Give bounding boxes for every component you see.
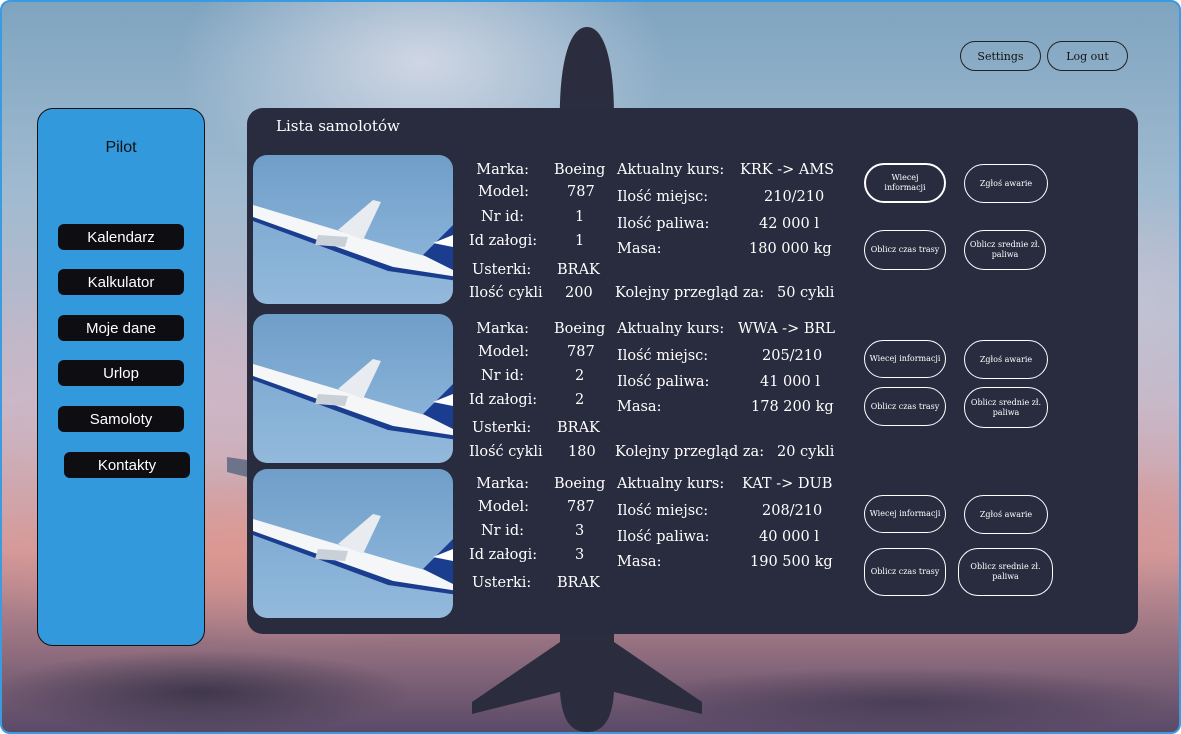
sidebar-item-kontakty[interactable]: Kontakty [64,452,190,478]
more-info-button[interactable]: Wiecej informacji [864,495,946,533]
mass-value: 180 000 kg [749,241,832,257]
sidebar-item-urlop[interactable]: Urlop [58,360,184,386]
more-info-button[interactable]: Wiecej informacji [864,340,946,378]
crew-value: 3 [575,547,585,563]
logout-button[interactable]: Log out [1047,41,1128,71]
route-time-button[interactable]: Oblicz czas trasy [864,230,946,270]
seats-value: 205/210 [762,348,823,364]
more-info-button[interactable]: Wiecej informacji [864,163,946,203]
course-value: WWA -> BRL [738,321,836,337]
seats-label: Ilość miejsc: [617,189,709,205]
sidebar: Pilot Kalendarz Kalkulator Moje dane Url… [37,108,205,646]
course-label: Aktualny kurs: [617,476,725,492]
settings-button[interactable]: Settings [960,41,1041,71]
brand-label: Marka: [476,476,529,492]
cycles-value: 180 [568,444,596,460]
planes-panel: Lista samolotów Marka: Boeing Model: 787… [247,108,1138,634]
seats-value: 208/210 [762,503,823,519]
inspection-value: 20 cykli [777,444,835,460]
sidebar-item-kalendarz[interactable]: Kalendarz [58,224,184,250]
crew-value: 1 [575,233,585,249]
crew-label: Id załogi: [469,547,538,563]
brand-label: Marka: [476,162,529,178]
airplane-photo [253,314,453,463]
report-fault-button[interactable]: Zgłoś awarie [964,495,1048,534]
brand-value: Boeing [554,162,606,178]
seats-value: 210/210 [764,189,825,205]
mass-label: Masa: [617,241,662,257]
sidebar-item-moje-dane[interactable]: Moje dane [58,315,184,341]
id-label: Nr id: [480,523,524,539]
report-fault-button[interactable]: Zgłoś awarie [964,340,1048,379]
model-value: 787 [567,499,595,515]
inspection-label: Kolejny przegląd za: [615,285,765,301]
model-value: 787 [567,344,595,360]
crew-label: Id załogi: [469,233,538,249]
id-value: 2 [575,368,585,384]
cycles-value: 200 [565,285,593,301]
route-time-button[interactable]: Oblicz czas trasy [864,387,946,426]
sidebar-item-samoloty[interactable]: Samoloty [58,406,184,432]
model-label: Model: [478,184,529,200]
mass-value: 190 500 kg [750,554,833,570]
faults-label: Usterki: [472,575,532,591]
brand-label: Marka: [476,321,529,337]
faults-label: Usterki: [472,262,532,278]
faults-label: Usterki: [472,420,532,436]
fuel-label: Ilość paliwa: [617,216,710,232]
brand-value: Boeing [554,321,606,337]
sidebar-item-kalkulator[interactable]: Kalkulator [58,269,184,295]
faults-value: BRAK [557,575,600,591]
id-label: Nr id: [480,209,524,225]
mass-label: Masa: [617,399,662,415]
page-title: Lista samolotów [276,117,400,135]
avg-fuel-button[interactable]: Oblicz srednie zł. paliwa [964,230,1046,270]
mass-value: 178 200 kg [751,399,834,415]
sidebar-title: Pilot [105,139,137,156]
seats-label: Ilość miejsc: [617,503,709,519]
fuel-value: 40 000 l [759,529,819,545]
avg-fuel-button[interactable]: Oblicz srednie zł. paliwa [964,387,1048,428]
crew-label: Id załogi: [469,392,538,408]
fuel-value: 41 000 l [760,374,820,390]
faults-value: BRAK [557,262,600,278]
cycles-label: Ilość cykli [469,285,543,301]
avg-fuel-button[interactable]: Oblicz srednie zł. paliwa [958,548,1053,596]
crew-value: 2 [575,392,585,408]
course-value: KRK -> AMS [740,162,835,178]
report-fault-button[interactable]: Zgłoś awarie [964,164,1048,203]
model-label: Model: [478,499,529,515]
brand-value: Boeing [554,476,606,492]
app-window: Settings Log out Pilot Kalendarz Kalkula… [0,0,1181,734]
mass-label: Masa: [617,554,662,570]
course-label: Aktualny kurs: [617,321,725,337]
route-time-button[interactable]: Oblicz czas trasy [864,548,946,596]
inspection-label: Kolejny przegląd za: [615,444,765,460]
id-value: 3 [575,523,585,539]
fuel-value: 42 000 l [759,216,819,232]
id-label: Nr id: [480,368,524,384]
seats-label: Ilość miejsc: [617,348,709,364]
cycles-label: Ilość cykli [469,444,543,460]
fuel-label: Ilość paliwa: [617,529,710,545]
model-label: Model: [478,344,529,360]
course-label: Aktualny kurs: [617,162,725,178]
inspection-value: 50 cykli [777,285,835,301]
model-value: 787 [567,184,595,200]
course-value: KAT -> DUB [742,476,833,492]
airplane-photo [253,469,453,618]
id-value: 1 [575,209,585,225]
fuel-label: Ilość paliwa: [617,374,710,390]
airplane-photo [253,155,453,304]
faults-value: BRAK [557,420,600,436]
